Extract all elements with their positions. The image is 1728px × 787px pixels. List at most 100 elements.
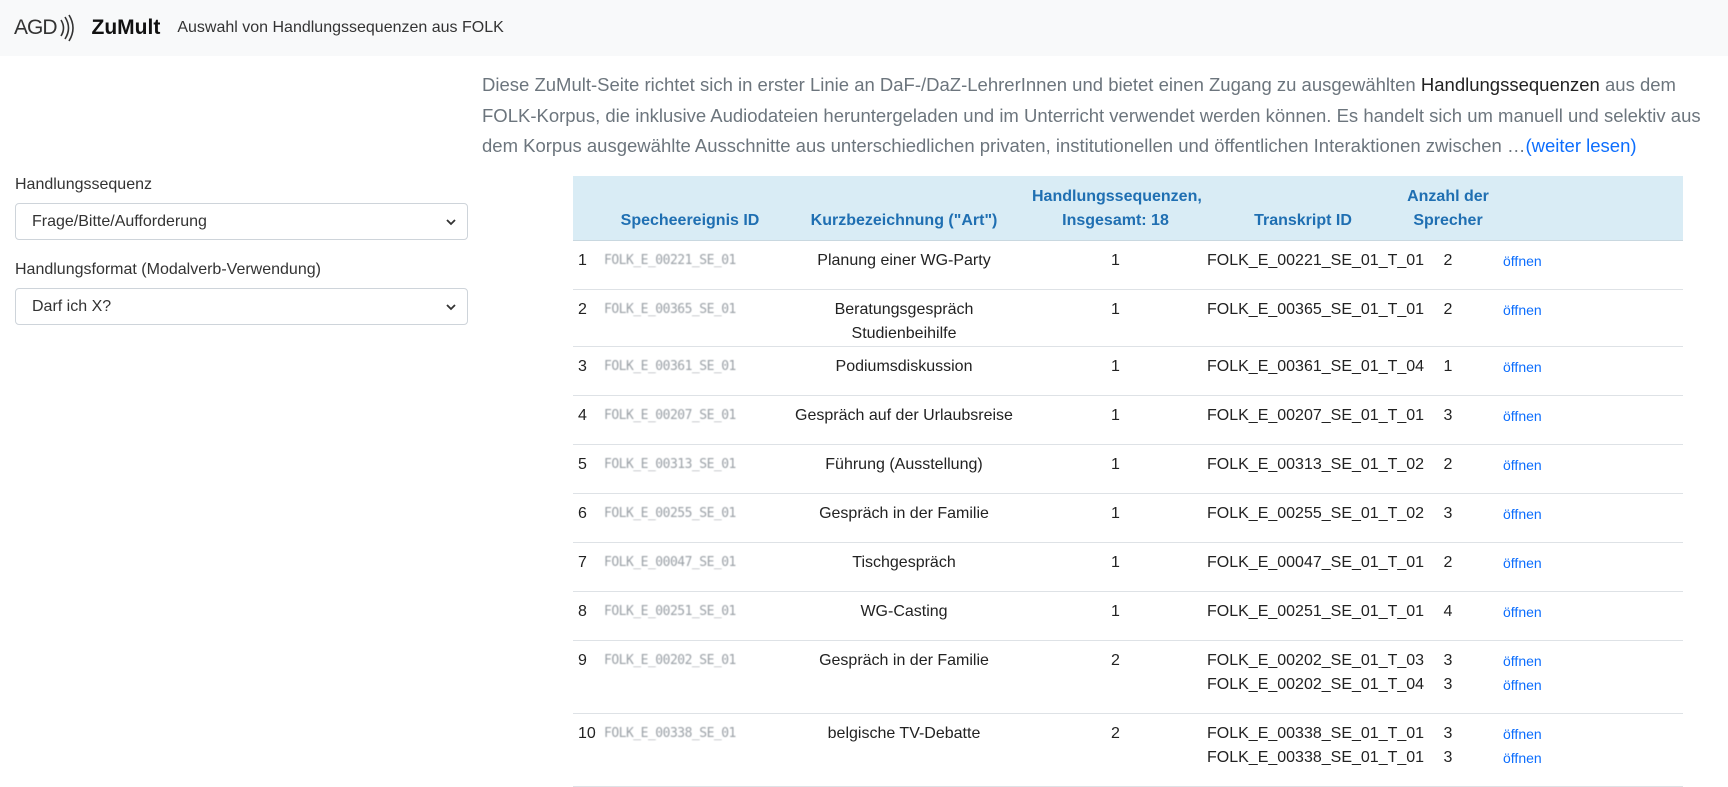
transcript-id: FOLK_E_00047_SE_01_T_01: [1207, 554, 1425, 571]
event-id: FOLK_E_00313_SE_01: [600, 444, 780, 494]
row-number: 1: [573, 240, 600, 290]
open-link[interactable]: öffnen: [1503, 551, 1679, 575]
logo-text: AGD: [14, 16, 58, 39]
event-name: Tischgespräch: [780, 542, 1028, 592]
row-number: 9: [573, 640, 600, 714]
brand-title[interactable]: ZuMult: [92, 16, 161, 40]
transcript-id: FOLK_E_00207_SE_01_T_01: [1207, 407, 1425, 424]
event-id: FOLK_E_00338_SE_01: [600, 713, 780, 787]
row-number: 2: [573, 289, 600, 347]
event-id: FOLK_E_00255_SE_01: [600, 493, 780, 543]
transcript-id: FOLK_E_00251_SE_01_T_01: [1207, 603, 1425, 620]
event-name: Gespräch in der Familie: [780, 640, 1028, 714]
header-speakers-line2: Sprecher: [1413, 212, 1483, 229]
page-subtitle: Auswahl von Handlungssequenzen aus FOLK: [177, 19, 504, 36]
open-links: öffnen: [1493, 591, 1683, 641]
agd-logo[interactable]: AGD: [14, 14, 76, 42]
header-sequences[interactable]: Handlungssequenzen, Insgesamt: 18: [1028, 176, 1203, 241]
transcript-id: FOLK_E_00202_SE_01_T_04: [1207, 676, 1425, 693]
event-id: FOLK_E_00202_SE_01: [600, 640, 780, 714]
sound-waves-icon: [59, 14, 74, 42]
intro-highlight: Handlungssequenzen: [1420, 74, 1600, 95]
sequence-count: 1: [1028, 591, 1203, 641]
transcript-ids: FOLK_E_00251_SE_01_T_01: [1203, 591, 1425, 641]
event-name: Gespräch in der Familie: [780, 493, 1028, 543]
transcript-id: FOLK_E_00313_SE_01_T_02: [1207, 456, 1425, 473]
open-links: öffnen: [1493, 444, 1683, 494]
chevron-down-icon: [446, 219, 456, 226]
transcript-ids: FOLK_E_00313_SE_01_T_02: [1203, 444, 1425, 494]
open-link[interactable]: öffnen: [1503, 746, 1679, 770]
intro-part1: Diese ZuMult-Seite richtet sich in erste…: [482, 74, 1421, 95]
navbar: AGD ZuMult Auswahl von Handlungssequenze…: [0, 0, 1728, 56]
event-id: FOLK_E_00221_SE_01: [600, 240, 780, 290]
event-name: Gespräch auf der Urlaubsreise: [780, 395, 1028, 445]
format-select-value: Darf ich X?: [32, 297, 112, 315]
header-sequences-line1: Handlungssequenzen,: [1032, 188, 1202, 205]
transcript-id: FOLK_E_00202_SE_01_T_03: [1207, 652, 1425, 669]
open-link[interactable]: öffnen: [1503, 649, 1679, 673]
event-name: belgische TV-Debatte: [780, 713, 1028, 787]
header-actions: [1493, 176, 1683, 241]
sequence-count: 1: [1028, 542, 1203, 592]
row-number: 8: [573, 591, 600, 641]
table-row: 7 FOLK_E_00047_SE_01 Tischgespräch 1 FOLK_E_…: [573, 542, 1683, 592]
event-id: FOLK_E_00047_SE_01: [600, 542, 780, 592]
open-link[interactable]: öffnen: [1503, 453, 1679, 477]
transcript-id: FOLK_E_00361_SE_01_T_04: [1207, 358, 1425, 375]
header-transcript-id[interactable]: Transkript ID: [1203, 176, 1403, 241]
table-row: 1 FOLK_E_00221_SE_01 Planung einer WG-Part…: [573, 240, 1683, 290]
open-link[interactable]: öffnen: [1503, 249, 1679, 273]
open-link[interactable]: öffnen: [1503, 298, 1679, 322]
event-id: FOLK_E_00207_SE_01: [600, 395, 780, 445]
transcript-id: FOLK_E_00338_SE_01_T_01: [1207, 749, 1425, 766]
speaker-counts: 2: [1403, 289, 1493, 347]
open-links: öffnen: [1493, 240, 1683, 290]
transcript-ids: FOLK_E_00365_SE_01_T_01: [1203, 289, 1424, 347]
open-links: öffnen: [1493, 289, 1683, 347]
open-link[interactable]: öffnen: [1503, 502, 1679, 526]
format-label: Handlungsformat (Modalverb-Verwendung): [15, 261, 321, 278]
read-more-link[interactable]: (weiter lesen): [1526, 135, 1637, 156]
transcript-ids: FOLK_E_00361_SE_01_T_04: [1203, 346, 1425, 396]
transcript-ids: FOLK_E_00047_SE_01_T_01: [1203, 542, 1425, 592]
sequence-select[interactable]: Frage/Bitte/Aufforderung: [15, 203, 468, 240]
open-links: öffnen öffnen: [1493, 640, 1683, 714]
sequence-select-value: Frage/Bitte/Aufforderung: [32, 212, 207, 230]
open-link[interactable]: öffnen: [1503, 673, 1679, 697]
sequence-count: 1: [1028, 240, 1203, 290]
open-link[interactable]: öffnen: [1503, 355, 1679, 379]
sequence-count: 1: [1028, 346, 1203, 396]
header-sequences-line2: Insgesamt: 18: [1062, 212, 1169, 229]
table-body: 1 FOLK_E_00221_SE_01 Planung einer WG-Part…: [573, 240, 1683, 787]
table-header-row: Specheereignis ID Kurzbezeichnung ("Art"…: [573, 176, 1683, 241]
event-name: Podiumsdiskussion: [780, 346, 1028, 396]
sequence-label: Handlungssequenz: [15, 176, 152, 193]
transcript-id: FOLK_E_00255_SE_01_T_02: [1207, 505, 1425, 522]
header-event-id[interactable]: Specheereignis ID: [600, 176, 780, 241]
sequences-table-container: Specheereignis ID Kurzbezeichnung ("Art"…: [573, 176, 1683, 787]
header-name[interactable]: Kurzbezeichnung ("Art"): [780, 176, 1028, 241]
event-id: FOLK_E_00365_SE_01: [600, 289, 780, 347]
open-link[interactable]: öffnen: [1503, 600, 1679, 624]
open-link[interactable]: öffnen: [1503, 722, 1679, 746]
chevron-down-icon: [446, 304, 456, 311]
table-row: 4 FOLK_E_00207_SE_01 Gespräch auf der Urla…: [573, 395, 1683, 445]
row-number: 7: [573, 542, 600, 592]
transcript-ids: FOLK_E_00202_SE_01_T_03 FOLK_E_00202_SE_0…: [1203, 640, 1425, 714]
format-select[interactable]: Darf ich X?: [15, 288, 468, 325]
sequence-count: 1: [1028, 395, 1203, 445]
open-links: öffnen: [1493, 346, 1683, 396]
open-link[interactable]: öffnen: [1503, 404, 1679, 428]
header-speakers[interactable]: Anzahl der Sprecher: [1403, 176, 1493, 241]
sequence-count: 1: [1028, 289, 1203, 347]
open-links: öffnen öffnen: [1493, 713, 1683, 787]
transcript-ids: FOLK_E_00207_SE_01_T_01: [1203, 395, 1425, 445]
sequences-table: Specheereignis ID Kurzbezeichnung ("Art"…: [573, 176, 1683, 787]
event-id: FOLK_E_00251_SE_01: [600, 591, 780, 641]
open-links: öffnen: [1493, 542, 1683, 592]
transcript-ids: FOLK_E_00221_SE_01_T_01: [1203, 240, 1424, 290]
sequence-count: 1: [1028, 493, 1203, 543]
row-number: 5: [573, 444, 600, 494]
sequence-count: 2: [1028, 713, 1203, 787]
